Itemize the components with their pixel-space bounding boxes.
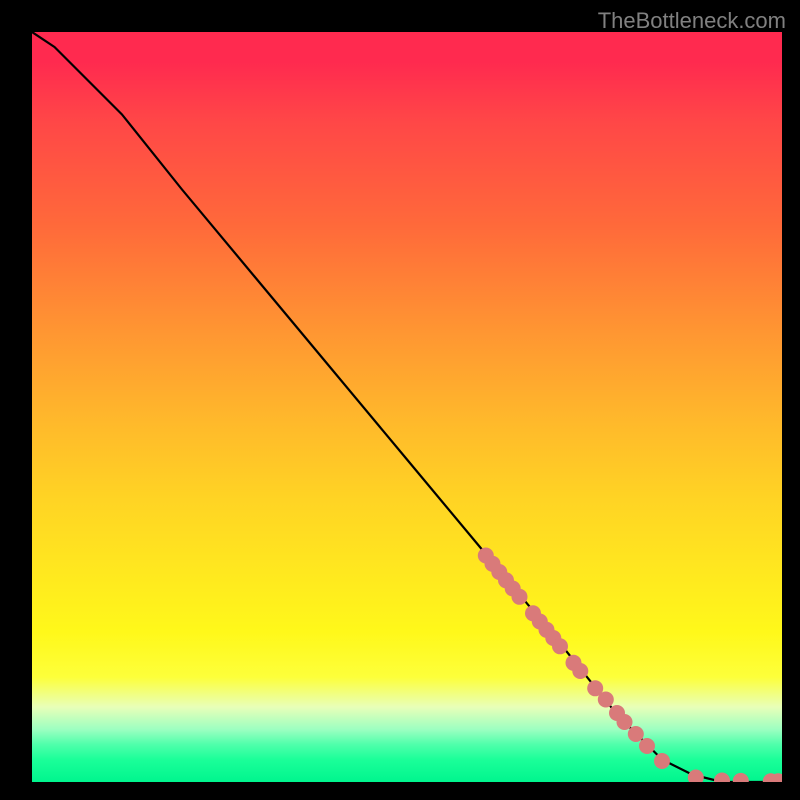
chart-marker [733,773,749,782]
chart-marker [552,638,568,654]
chart-line [32,32,782,782]
chart-marker [654,753,670,769]
chart-marker [598,692,614,708]
chart-marker [512,589,528,605]
chart-overlay [32,32,782,782]
chart-marker [617,714,633,730]
chart-marker [639,738,655,754]
chart-area [32,32,782,782]
chart-marker [688,770,704,783]
attribution-label: TheBottleneck.com [598,8,786,34]
chart-marker [628,726,644,742]
chart-markers [478,548,782,783]
chart-marker [714,773,730,783]
chart-marker [572,663,588,679]
